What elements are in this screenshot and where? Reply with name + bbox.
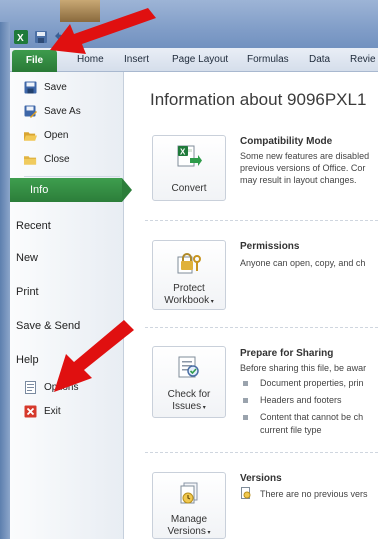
nav-print[interactable]: Print <box>16 280 39 304</box>
section-divider <box>145 452 378 453</box>
annotation-arrow-file <box>50 8 156 54</box>
nav-separator <box>24 176 120 177</box>
excel-convert-icon: X <box>176 144 202 173</box>
annotation-arrow-options <box>54 320 134 392</box>
bullet-text: current file type <box>260 425 322 435</box>
nav-info[interactable]: Info <box>10 178 122 202</box>
excel-app-icon[interactable]: X <box>14 30 28 44</box>
tab-page-layout[interactable]: Page Layout <box>170 52 230 72</box>
page-title: Information about 9096PXL1 <box>150 90 367 109</box>
bullet-text: Content that cannot be ch <box>260 412 364 422</box>
close-folder-icon <box>24 153 37 166</box>
check-for-issues-button[interactable]: Check for Issues ▾ <box>152 346 226 418</box>
bullet-text: Document properties, prin <box>260 378 364 388</box>
section-divider <box>145 327 378 328</box>
open-folder-icon <box>24 129 37 142</box>
nav-info-pointer <box>122 178 132 202</box>
tab-data[interactable]: Data <box>307 52 332 72</box>
svg-text:X: X <box>180 148 186 157</box>
section-text: Some new features are disabled <box>240 151 370 161</box>
bullet-text: Headers and footers <box>260 395 342 405</box>
backstage-nav: Save Save As Open Close Info Recent New … <box>10 72 132 539</box>
section-title-compatibility: Compatibility Mode <box>240 136 333 147</box>
manage-versions-button[interactable]: Manage Versions ▾ <box>152 472 226 539</box>
section-title-permissions: Permissions <box>240 241 300 252</box>
nav-help[interactable]: Help <box>16 348 39 372</box>
save-as-icon <box>24 105 37 118</box>
section-title-versions: Versions <box>240 473 282 484</box>
section-text: There are no previous vers <box>260 489 368 499</box>
bullet-marker <box>243 415 248 420</box>
inspect-document-icon <box>176 355 202 384</box>
section-title-prepare-for-sharing: Prepare for Sharing <box>240 348 334 359</box>
exit-icon <box>24 405 37 418</box>
tab-review[interactable]: Revie <box>348 52 378 72</box>
section-text: may result in layout changes. <box>240 175 357 185</box>
section-text: Before sharing this file, be awar <box>240 363 367 373</box>
bullet-marker <box>243 381 248 386</box>
window-left-edge <box>0 22 10 539</box>
nav-new[interactable]: New <box>16 246 38 270</box>
nav-recent[interactable]: Recent <box>16 214 51 238</box>
dropdown-caret-icon: ▾ <box>201 405 206 411</box>
section-divider <box>145 220 378 221</box>
versions-icon <box>176 481 202 510</box>
save-icon <box>24 81 37 94</box>
dropdown-caret-icon: ▾ <box>205 530 211 536</box>
section-text: Anyone can open, copy, and ch <box>240 258 366 268</box>
tab-formulas[interactable]: Formulas <box>245 52 291 72</box>
convert-button[interactable]: X Convert <box>152 135 226 201</box>
dropdown-caret-icon: ▾ <box>209 299 214 305</box>
version-doc-icon <box>240 487 252 502</box>
protect-workbook-button[interactable]: Protect Workbook ▾ <box>152 240 226 310</box>
options-icon <box>24 381 37 394</box>
lock-key-icon <box>175 249 203 280</box>
svg-text:X: X <box>17 33 24 44</box>
bullet-marker <box>243 398 248 403</box>
section-text: previous versions of Office. Cor <box>240 163 366 173</box>
